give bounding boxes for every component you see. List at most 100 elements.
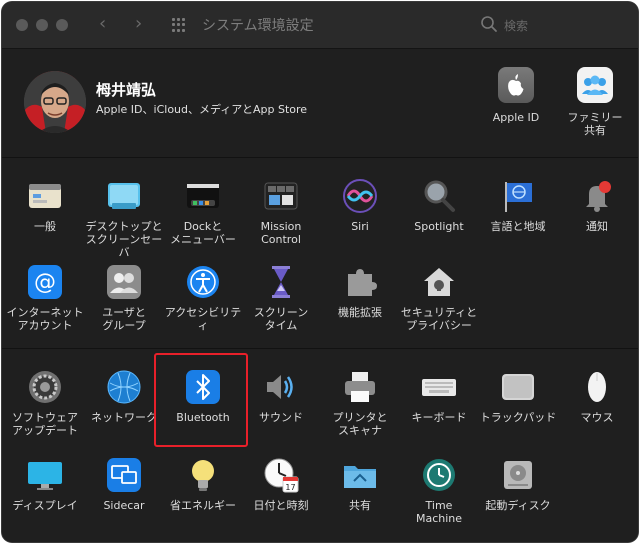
pane-label: 共有 — [349, 499, 371, 512]
user-name: 栂井靖弘 — [96, 81, 157, 99]
pane-software-update[interactable]: ソフトウェア アップデート — [5, 369, 85, 437]
pane-security-privacy[interactable]: セキュリティと プライバシー — [399, 264, 479, 332]
pane-displays[interactable]: ディスプレイ — [5, 457, 85, 512]
pane-label: 機能拡張 — [338, 306, 382, 319]
pane-date-time[interactable]: 17 日付と時刻 — [241, 457, 321, 512]
pane-family-sharing[interactable]: ファミリー 共有 — [557, 67, 633, 137]
family-sharing-icon — [577, 67, 613, 103]
security-house-icon — [421, 264, 457, 300]
pane-desktop-screensaver[interactable]: デスクトップと スクリーンセーバ — [84, 178, 164, 259]
pane-extensions[interactable]: 機能拡張 — [320, 264, 400, 319]
pane-energy-saver[interactable]: 省エネルギー — [163, 457, 243, 512]
pane-dock-menubar[interactable]: Dockと メニューバー — [163, 178, 243, 246]
pane-startup-disk[interactable]: 起動ディスク — [478, 457, 558, 512]
svg-text:@: @ — [34, 270, 56, 295]
accessibility-icon — [185, 264, 221, 300]
sharing-folder-icon — [342, 457, 378, 493]
pane-general[interactable]: 一般 — [5, 178, 85, 233]
network-globe-icon — [106, 369, 142, 405]
pane-sidecar[interactable]: Sidecar — [84, 457, 164, 512]
pane-label: トラックパッド — [479, 411, 557, 424]
pane-notifications[interactable]: 通知 — [557, 178, 637, 233]
internet-accounts-at-icon: @ — [27, 264, 63, 300]
calendar-day-number: 17 — [285, 483, 295, 492]
pane-keyboard[interactable]: キーボード — [399, 369, 479, 424]
pane-label: アクセシビリティ — [164, 306, 242, 332]
pane-label: Siri — [351, 220, 369, 233]
pane-trackpad[interactable]: トラックパッド — [478, 369, 558, 424]
pane-label: ファミリー 共有 — [567, 111, 623, 137]
pane-label: 省エネルギー — [170, 499, 236, 512]
pane-label: ユーザと グループ — [102, 306, 146, 332]
display-monitor-icon — [27, 457, 63, 493]
language-region-icon — [500, 178, 536, 214]
pane-label: Apple ID — [492, 111, 540, 124]
pane-label: Mission Control — [260, 220, 302, 246]
pane-language-region[interactable]: 言語と地域 — [478, 178, 558, 233]
zoom-window-button[interactable] — [56, 19, 68, 31]
pane-spotlight[interactable]: Spotlight — [399, 178, 479, 233]
desktop-screensaver-icon — [106, 178, 142, 214]
general-icon — [27, 178, 63, 214]
user-avatar[interactable] — [24, 71, 86, 133]
pane-sound[interactable]: サウンド — [241, 369, 321, 424]
search-icon — [481, 16, 497, 32]
pane-label: Sidecar — [103, 499, 145, 512]
date-time-clock-icon: 17 — [263, 457, 299, 493]
pane-label: デスクトップと スクリーンセーバ — [85, 220, 163, 259]
search-field[interactable]: 検索 — [474, 13, 624, 37]
avatar-portrait-icon — [24, 71, 86, 133]
pane-screen-time[interactable]: スクリーン タイム — [241, 264, 321, 332]
system-preferences-window: ‹ › システム環境設定 検索 栂井靖弘 Apple ID、iCloud、メディ… — [2, 2, 638, 542]
pane-label: スクリーン タイム — [253, 306, 309, 332]
pane-label: Time Machine — [415, 499, 463, 525]
pane-users-groups[interactable]: ユーザと グループ — [84, 264, 164, 332]
pane-label: ネットワーク — [91, 411, 157, 424]
pane-label: 日付と時刻 — [253, 499, 309, 512]
pane-label: 通知 — [586, 220, 608, 233]
pane-label: サウンド — [259, 411, 303, 424]
siri-icon — [342, 178, 378, 214]
pane-network[interactable]: ネットワーク — [84, 369, 164, 424]
profile-section: 栂井靖弘 Apple ID、iCloud、メディアとApp Store Appl… — [2, 49, 638, 158]
mouse-icon — [579, 369, 615, 405]
time-machine-icon — [421, 457, 457, 493]
startup-disk-icon — [500, 457, 536, 493]
search-placeholder: 検索 — [504, 19, 529, 33]
pane-mouse[interactable]: マウス — [557, 369, 637, 424]
forward-chevron-icon[interactable]: › — [135, 13, 142, 35]
user-subtitle: Apple ID、iCloud、メディアとApp Store — [96, 103, 308, 116]
pane-label: インターネット アカウント — [6, 306, 84, 332]
pane-label: Dockと メニューバー — [170, 220, 236, 246]
pane-sharing[interactable]: 共有 — [320, 457, 400, 512]
extensions-puzzle-icon — [342, 264, 378, 300]
pane-time-machine[interactable]: Time Machine — [399, 457, 479, 525]
bluetooth-highlight-box — [154, 353, 248, 447]
sound-speaker-icon — [263, 369, 299, 405]
mission-control-icon — [263, 178, 299, 214]
pane-label: キーボード — [411, 411, 467, 424]
printer-icon — [342, 369, 378, 405]
preferences-section-personal: 一般 デスクトップと スクリーンセーバ Dockと メニューバー Mission… — [2, 158, 638, 349]
energy-saver-bulb-icon — [185, 457, 221, 493]
pane-label: プリンタと スキャナ — [332, 411, 388, 437]
show-all-grid-icon[interactable] — [172, 18, 186, 32]
sidecar-icon — [106, 457, 142, 493]
back-chevron-icon[interactable]: ‹ — [99, 13, 106, 35]
dock-icon — [185, 178, 221, 214]
minimize-window-button[interactable] — [36, 19, 48, 31]
pane-label: 言語と地域 — [490, 220, 546, 233]
close-window-button[interactable] — [16, 19, 28, 31]
pane-label: ソフトウェア アップデート — [12, 411, 78, 437]
pane-accessibility[interactable]: アクセシビリティ — [163, 264, 243, 332]
pane-mission-control[interactable]: Mission Control — [241, 178, 321, 246]
pane-apple-id[interactable]: Apple ID — [478, 67, 554, 124]
pane-label: 一般 — [34, 220, 56, 233]
pane-printers-scanners[interactable]: プリンタと スキャナ — [320, 369, 400, 437]
trackpad-icon — [500, 369, 536, 405]
pane-siri[interactable]: Siri — [320, 178, 400, 233]
apple-logo-icon — [498, 67, 534, 103]
pane-internet-accounts[interactable]: @ インターネット アカウント — [5, 264, 85, 332]
software-update-gear-icon — [27, 369, 63, 405]
pane-label: Spotlight — [414, 220, 464, 233]
